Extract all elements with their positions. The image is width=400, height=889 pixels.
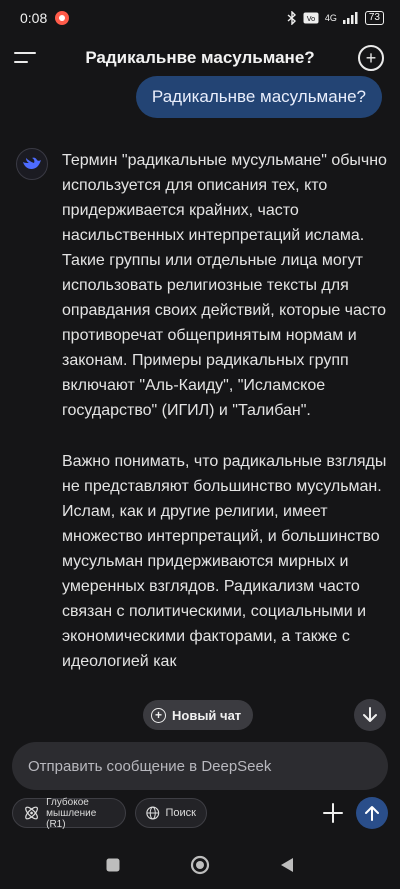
deep-thinking-line2: мышление (R1) [46,807,97,830]
deep-thinking-toggle[interactable]: Глубокое мышление (R1) [12,797,126,830]
chat-header: Радикальнве масульмане? + [0,36,400,80]
bluetooth-icon [287,11,296,25]
deep-thinking-line1: Глубокое [46,796,89,808]
network-type: 4G [324,13,337,23]
search-toggle[interactable]: Поиск [135,798,207,828]
user-message-bubble: Радикальнве масульмане? [135,76,382,118]
chat-title: Радикальнве масульмане? [85,48,315,67]
home-icon[interactable] [190,855,210,875]
new-chat-icon[interactable]: + [358,45,384,71]
svg-text:Vo: Vo [307,15,316,23]
globe-icon [146,806,160,820]
battery-icon: 73 [364,11,384,25]
status-time: 0:08 [20,10,48,26]
atom-icon [25,806,38,820]
message-composer[interactable] [12,742,388,790]
status-bar: 0:08 Vo 4G 73 [0,0,400,36]
answer-paragraph: Важно понимать, что радикальные взгляды … [62,453,387,670]
new-chat-label: Новый чат [172,707,242,723]
message-input[interactable] [26,756,374,776]
status-left: 0:08 [20,10,70,26]
back-icon[interactable] [280,857,294,873]
deepseek-logo-icon [16,148,48,180]
recent-apps-icon[interactable] [106,858,120,872]
attach-plus-icon[interactable] [321,801,345,825]
arrow-down-icon [363,707,377,722]
arrow-up-icon [365,806,379,821]
status-right: Vo 4G 73 [287,11,384,25]
deep-thinking-label: Глубокое мышление (R1) [46,797,115,830]
menu-icon[interactable] [14,46,38,70]
signal-icon [342,12,358,24]
assistant-answer: Термин "радикальные мусульмане" обычно и… [62,148,392,728]
search-label: Поиск [165,807,196,819]
system-nav-bar [0,844,400,889]
send-button[interactable] [356,797,388,829]
plus-circle-icon: + [151,707,166,723]
new-chat-button[interactable]: + Новый чат [143,700,254,730]
volte-icon: Vo [303,12,319,24]
scroll-down-button[interactable] [354,699,386,731]
answer-paragraph: Термин "радикальные мусульмане" обычно и… [62,152,387,419]
notification-icon [55,11,70,25]
user-message-text: Радикальнве масульмане? [151,87,366,106]
